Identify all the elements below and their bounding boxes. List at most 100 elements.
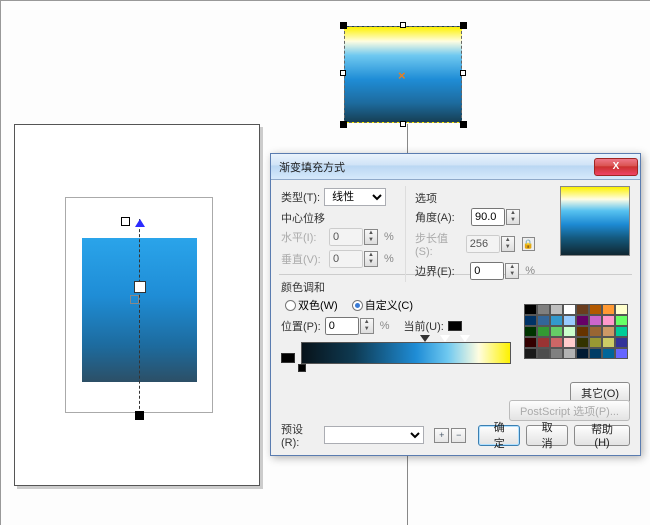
spinner[interactable]: ▲▼ bbox=[360, 318, 374, 334]
palette-swatch[interactable] bbox=[550, 315, 563, 326]
preset-select[interactable] bbox=[324, 426, 425, 444]
sel-handle[interactable] bbox=[460, 22, 467, 29]
palette-swatch[interactable] bbox=[524, 348, 537, 359]
gradient-marker[interactable] bbox=[420, 335, 430, 342]
lock-icon[interactable]: 🔒 bbox=[522, 237, 535, 251]
palette-swatch[interactable] bbox=[537, 326, 550, 337]
vertical-input bbox=[329, 250, 363, 268]
gradient-marker[interactable] bbox=[440, 335, 450, 342]
palette-swatch[interactable] bbox=[550, 348, 563, 359]
position-label: 位置(P): bbox=[281, 318, 321, 334]
current-label: 当前(U): bbox=[404, 318, 444, 334]
gradient-marker[interactable] bbox=[460, 335, 470, 342]
palette-swatch[interactable] bbox=[576, 348, 589, 359]
add-preset-icon[interactable]: + bbox=[434, 428, 449, 443]
spinner[interactable]: ▲▼ bbox=[506, 209, 520, 225]
edge-input[interactable] bbox=[470, 262, 504, 280]
gradient-preview bbox=[560, 186, 630, 256]
palette-swatch[interactable] bbox=[537, 348, 550, 359]
palette-swatch[interactable] bbox=[563, 315, 576, 326]
ok-button[interactable]: 确定 bbox=[478, 425, 520, 446]
postscript-options-button: PostScript 选项(P)... bbox=[509, 400, 630, 421]
palette-swatch[interactable] bbox=[602, 304, 615, 315]
custom-radio[interactable] bbox=[352, 300, 363, 311]
gradient-axis[interactable] bbox=[139, 219, 140, 419]
help-button[interactable]: 帮助(H) bbox=[574, 425, 630, 446]
type-select[interactable]: 线性 bbox=[324, 188, 386, 206]
palette-swatch[interactable] bbox=[563, 337, 576, 348]
palette-swatch[interactable] bbox=[524, 326, 537, 337]
spinner: ▲▼ bbox=[501, 236, 515, 252]
gradient-stop[interactable] bbox=[298, 364, 306, 372]
sel-handle[interactable] bbox=[460, 70, 466, 76]
remove-preset-icon[interactable]: − bbox=[451, 428, 466, 443]
vertical-label: 垂直(V): bbox=[281, 251, 325, 267]
gradient-bar[interactable] bbox=[301, 342, 511, 364]
gradient-midpoint-ghost bbox=[130, 295, 139, 304]
sel-handle[interactable] bbox=[400, 22, 406, 28]
close-button[interactable]: X bbox=[594, 158, 638, 176]
palette-swatch[interactable] bbox=[563, 326, 576, 337]
color-palette bbox=[524, 304, 630, 359]
palette-swatch[interactable] bbox=[589, 315, 602, 326]
palette-swatch[interactable] bbox=[602, 348, 615, 359]
angle-input[interactable] bbox=[471, 208, 505, 226]
palette-swatch[interactable] bbox=[615, 304, 628, 315]
sel-handle[interactable] bbox=[340, 70, 346, 76]
palette-swatch[interactable] bbox=[615, 315, 628, 326]
palette-swatch[interactable] bbox=[537, 304, 550, 315]
start-color-swatch[interactable] bbox=[281, 353, 295, 363]
palette-swatch[interactable] bbox=[615, 337, 628, 348]
current-color-swatch[interactable] bbox=[448, 321, 462, 331]
sel-handle[interactable] bbox=[340, 121, 347, 128]
sel-handle[interactable] bbox=[340, 22, 347, 29]
horizontal-input bbox=[329, 228, 363, 246]
palette-swatch[interactable] bbox=[615, 348, 628, 359]
dialog-title: 渐变填充方式 bbox=[279, 159, 594, 175]
center-marker-icon: × bbox=[398, 68, 406, 83]
palette-swatch[interactable] bbox=[576, 304, 589, 315]
palette-swatch[interactable] bbox=[524, 315, 537, 326]
preset-label: 预设(R): bbox=[281, 421, 318, 449]
angle-label: 角度(A): bbox=[415, 209, 467, 225]
palette-swatch[interactable] bbox=[589, 348, 602, 359]
palette-swatch[interactable] bbox=[576, 337, 589, 348]
sel-handle[interactable] bbox=[400, 121, 406, 127]
palette-swatch[interactable] bbox=[550, 337, 563, 348]
spinner: ▲▼ bbox=[364, 251, 378, 267]
palette-swatch[interactable] bbox=[524, 304, 537, 315]
palette-swatch[interactable] bbox=[589, 337, 602, 348]
gradient-fill-dialog: 渐变填充方式 X 类型(T): 线性 中心位移 水平(I): ▲▼ % 垂直(V… bbox=[270, 153, 641, 456]
palette-swatch[interactable] bbox=[524, 337, 537, 348]
palette-swatch[interactable] bbox=[602, 337, 615, 348]
palette-swatch[interactable] bbox=[576, 315, 589, 326]
cancel-button[interactable]: 取消 bbox=[526, 425, 568, 446]
palette-swatch[interactable] bbox=[615, 326, 628, 337]
palette-swatch[interactable] bbox=[563, 348, 576, 359]
step-input bbox=[466, 235, 500, 253]
gradient-midpoint-handle[interactable] bbox=[134, 281, 146, 293]
edge-label: 边界(E): bbox=[415, 263, 466, 279]
position-input[interactable] bbox=[325, 317, 359, 335]
palette-swatch[interactable] bbox=[589, 326, 602, 337]
palette-swatch[interactable] bbox=[602, 315, 615, 326]
two-color-radio[interactable] bbox=[285, 300, 296, 311]
palette-swatch[interactable] bbox=[550, 304, 563, 315]
palette-swatch[interactable] bbox=[589, 304, 602, 315]
palette-swatch[interactable] bbox=[563, 304, 576, 315]
palette-swatch[interactable] bbox=[537, 337, 550, 348]
handle-bottom[interactable] bbox=[135, 411, 144, 420]
palette-swatch[interactable] bbox=[602, 326, 615, 337]
sel-handle[interactable] bbox=[460, 121, 467, 128]
step-label: 步长值(S): bbox=[415, 230, 462, 258]
spinner[interactable]: ▲▼ bbox=[505, 263, 519, 279]
palette-swatch[interactable] bbox=[550, 326, 563, 337]
handle-top[interactable] bbox=[121, 217, 130, 226]
palette-swatch[interactable] bbox=[537, 315, 550, 326]
gradient-arrow-icon bbox=[135, 219, 145, 227]
titlebar[interactable]: 渐变填充方式 X bbox=[271, 154, 640, 180]
options-label: 选项 bbox=[415, 190, 535, 206]
type-label: 类型(T): bbox=[281, 189, 320, 205]
palette-swatch[interactable] bbox=[576, 326, 589, 337]
guide-line bbox=[407, 455, 408, 525]
